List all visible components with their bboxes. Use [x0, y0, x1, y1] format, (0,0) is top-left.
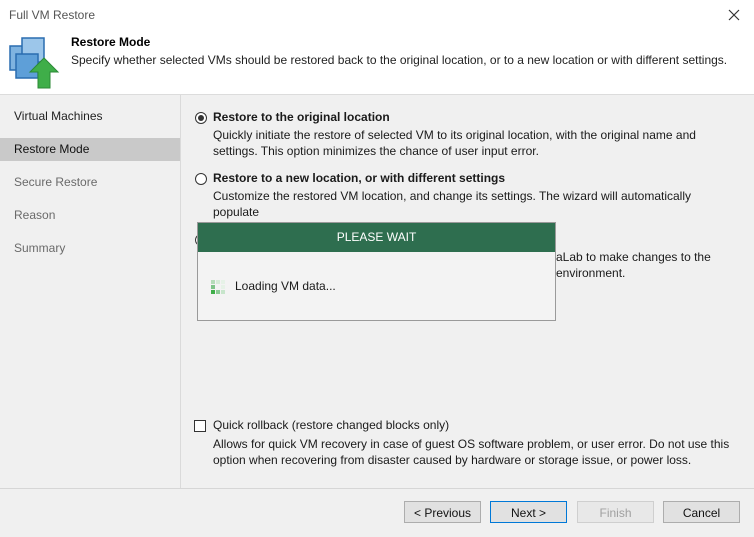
title-bar: Full VM Restore [0, 0, 754, 30]
quick-rollback-label[interactable]: Quick rollback (restore changed blocks o… [213, 418, 449, 432]
option-original-desc-line1: Quickly initiate the restore of selected… [213, 128, 696, 142]
quick-rollback-desc-line2: option when recovering from disaster cau… [213, 453, 692, 467]
close-icon[interactable] [724, 5, 744, 25]
option-original-desc-line2: settings. This option minimizes the chan… [213, 144, 539, 158]
cancel-button[interactable]: Cancel [663, 501, 740, 523]
option-original-description: Quickly initiate the restore of selected… [213, 127, 733, 159]
vm-restore-icon [8, 34, 64, 90]
sidebar-item-summary[interactable]: Summary [0, 237, 180, 260]
wizard-footer: < Previous Next > Finish Cancel [0, 489, 754, 537]
radio-original-location[interactable] [195, 112, 207, 124]
radio-new-location[interactable] [195, 173, 207, 185]
sidebar-item-restore-mode[interactable]: Restore Mode [0, 138, 180, 161]
wizard-steps-sidebar: Virtual Machines Restore Mode Secure Res… [0, 95, 180, 488]
wizard-header: Restore Mode Specify whether selected VM… [0, 30, 754, 94]
quick-rollback-checkbox[interactable] [194, 420, 206, 432]
previous-button[interactable]: < Previous [404, 501, 481, 523]
loading-spinner-icon [210, 279, 226, 295]
please-wait-message: Loading VM data... [235, 279, 336, 293]
please-wait-title: PLEASE WAIT [198, 223, 555, 252]
page-description: Specify whether selected VMs should be r… [71, 53, 728, 67]
sidebar-item-secure-restore[interactable]: Secure Restore [0, 171, 180, 194]
window-title: Full VM Restore [9, 8, 96, 22]
option-original-title[interactable]: Restore to the original location [213, 110, 390, 124]
option-third-desc-line2: environment. [556, 266, 626, 280]
page-title: Restore Mode [71, 35, 151, 49]
option-third-desc-line1: aLab to make changes to the [556, 250, 711, 264]
sidebar-item-reason[interactable]: Reason [0, 204, 180, 227]
quick-rollback-desc-line1: Allows for quick VM recovery in case of … [213, 437, 730, 451]
option-new-location-title[interactable]: Restore to a new location, or with diffe… [213, 171, 505, 185]
next-button[interactable]: Next > [490, 501, 567, 523]
option-new-location-desc-line1: Customize the restored VM location, and … [213, 189, 692, 219]
sidebar-item-virtual-machines[interactable]: Virtual Machines [0, 105, 180, 128]
finish-button[interactable]: Finish [577, 501, 654, 523]
please-wait-dialog: PLEASE WAIT Loading VM data... [197, 222, 556, 321]
quick-rollback-description: Allows for quick VM recovery in case of … [213, 436, 743, 468]
option-third-description: aLab to make changes to the environment. [556, 249, 711, 281]
